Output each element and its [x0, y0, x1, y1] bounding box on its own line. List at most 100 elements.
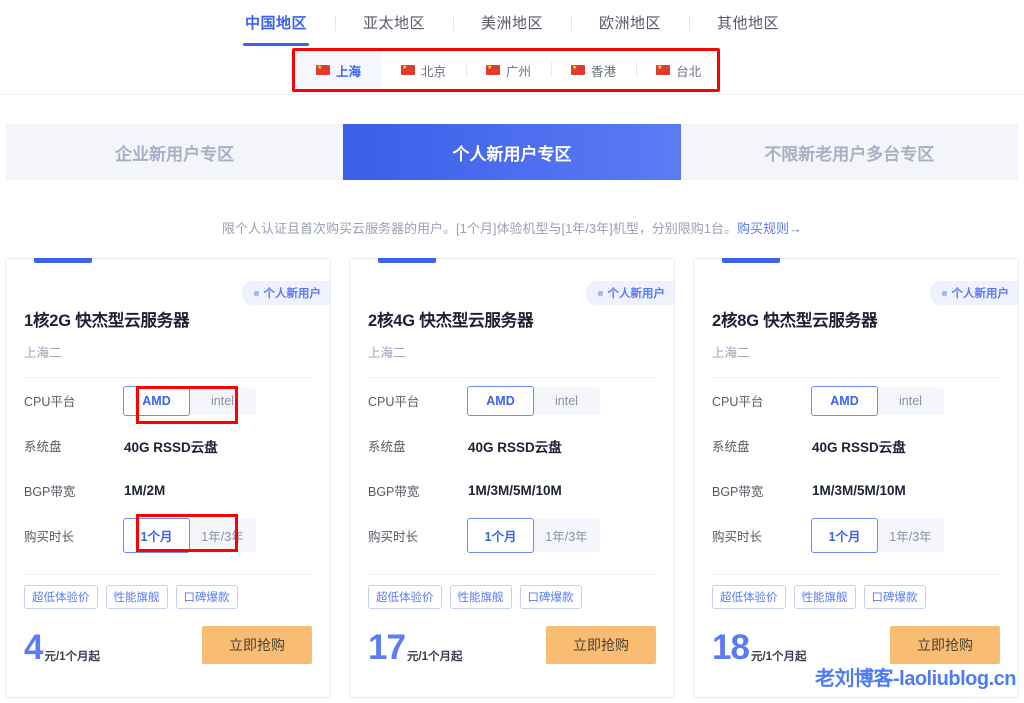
duration-option-1y3y[interactable]: 1年/3年 [189, 519, 256, 552]
segment-tabs: 企业新用户专区 个人新用户专区 不限新老用户多台专区 [6, 124, 1018, 180]
city-tab-taipei[interactable]: 台北 [636, 49, 721, 91]
cpu-option-intel[interactable]: intel [877, 387, 944, 415]
price-unit: 元/1个月起 [44, 648, 100, 664]
cpu-option-amd[interactable]: AMD [123, 386, 190, 416]
badge-dot-icon [254, 291, 259, 296]
spec-label-duration: 购买时长 [368, 526, 468, 545]
spec-value-bandwidth: 1M/2M [124, 483, 165, 498]
duration-option-1month[interactable]: 1个月 [123, 518, 190, 553]
buy-button[interactable]: 立即抢购 [546, 626, 656, 664]
card-title: 1核2G 快杰型云服务器 [24, 307, 312, 331]
segment-tab-unlimited-multi[interactable]: 不限新老用户多台专区 [681, 124, 1018, 180]
spec-label-bandwidth: BGP带宽 [712, 481, 812, 500]
tag-item: 性能旗舰 [794, 585, 856, 609]
segment-tab-personal-new[interactable]: 个人新用户专区 [343, 124, 680, 180]
price-number: 4 [24, 632, 42, 664]
price: 17 元/1个月起 [368, 632, 463, 664]
cpu-option-intel[interactable]: intel [533, 387, 600, 415]
tag-item: 超低体验价 [368, 585, 442, 609]
cpu-option-amd[interactable]: AMD [467, 386, 534, 416]
tag-item: 性能旗舰 [450, 585, 512, 609]
city-tab-label: 北京 [421, 61, 446, 80]
city-tab-shanghai[interactable]: 上海 [296, 49, 381, 91]
city-tab-hongkong[interactable]: 香港 [551, 49, 636, 91]
spec-label-bandwidth: BGP带宽 [24, 481, 124, 500]
card-zone: 上海二 [24, 342, 312, 361]
divider [368, 574, 656, 575]
cpu-toggle: AMD intel [124, 387, 256, 415]
china-flag-icon [571, 65, 585, 75]
price-number: 18 [712, 632, 749, 664]
tag-item: 口碑爆款 [864, 585, 926, 609]
spec-row-bandwidth: BGP带宽 1M/3M/5M/10M [712, 468, 1000, 513]
cpu-option-amd[interactable]: AMD [811, 386, 878, 416]
cpu-toggle: AMD intel [812, 387, 944, 415]
card-title: 2核4G 快杰型云服务器 [368, 307, 656, 331]
duration-toggle: 1个月 1年/3年 [124, 519, 256, 552]
buy-button[interactable]: 立即抢购 [202, 626, 312, 664]
spec-row-duration: 购买时长 1个月 1年/3年 [368, 513, 656, 558]
buy-row: 4 元/1个月起 立即抢购 [24, 626, 312, 664]
region-tab-label: 中国地区 [245, 15, 307, 32]
card-zone: 上海二 [712, 342, 1000, 361]
region-tab-china[interactable]: 中国地区 [217, 2, 335, 46]
spec-row-bandwidth: BGP带宽 1M/3M/5M/10M [368, 468, 656, 513]
buy-button[interactable]: 立即抢购 [890, 626, 1000, 664]
region-tab-europe[interactable]: 欧洲地区 [571, 2, 689, 46]
divider [24, 574, 312, 575]
spec-row-duration: 购买时长 1个月 1年/3年 [24, 513, 312, 558]
cpu-option-intel[interactable]: intel [189, 387, 256, 415]
tag-list: 超低体验价 性能旗舰 口碑爆款 [24, 585, 312, 609]
region-tabs: 中国地区 亚太地区 美洲地区 欧洲地区 其他地区 [0, 0, 1024, 48]
price-unit: 元/1个月起 [407, 648, 463, 664]
spec-row-disk: 系统盘 40G RSSD云盘 [712, 423, 1000, 468]
purchase-rules-link[interactable]: 购买规则→ [737, 221, 802, 236]
product-card: 个人新用户 1核2G 快杰型云服务器 上海二 CPU平台 AMD intel 系… [5, 258, 331, 698]
region-tab-asia-pacific[interactable]: 亚太地区 [335, 2, 453, 46]
tag-item: 口碑爆款 [176, 585, 238, 609]
card-title: 2核8G 快杰型云服务器 [712, 307, 1000, 331]
product-card: 个人新用户 2核4G 快杰型云服务器 上海二 CPU平台 AMD intel 系… [349, 258, 675, 698]
duration-option-1y3y[interactable]: 1年/3年 [877, 519, 944, 552]
spec-row-bandwidth: BGP带宽 1M/2M [24, 468, 312, 513]
duration-option-1month[interactable]: 1个月 [811, 518, 878, 553]
region-tab-other[interactable]: 其他地区 [689, 2, 807, 46]
region-tab-americas[interactable]: 美洲地区 [453, 2, 571, 46]
duration-option-1month[interactable]: 1个月 [467, 518, 534, 553]
price: 18 元/1个月起 [712, 632, 807, 664]
duration-option-1y3y[interactable]: 1年/3年 [533, 519, 600, 552]
region-tab-label: 亚太地区 [363, 15, 425, 32]
badge-dot-icon [598, 291, 603, 296]
city-tab-guangzhou[interactable]: 广州 [466, 49, 551, 91]
china-flag-icon [401, 65, 415, 75]
status-badge-label: 个人新用户 [608, 285, 666, 301]
spec-value-disk: 40G RSSD云盘 [124, 436, 218, 456]
price: 4 元/1个月起 [24, 632, 100, 664]
spec-value-disk: 40G RSSD云盘 [468, 436, 562, 456]
city-tab-beijing[interactable]: 北京 [381, 49, 466, 91]
card-accent-bar [722, 258, 780, 263]
spec-row-cpu: CPU平台 AMD intel [368, 378, 656, 423]
segment-tab-enterprise-new[interactable]: 企业新用户专区 [6, 124, 343, 180]
divider [712, 574, 1000, 575]
card-accent-bar [378, 258, 436, 263]
spec-value-bandwidth: 1M/3M/5M/10M [812, 483, 906, 498]
city-tabs-bar: 上海 北京 广州 香港 台北 [0, 47, 1024, 95]
spec-label-cpu: CPU平台 [712, 391, 812, 410]
badge-dot-icon [942, 291, 947, 296]
status-badge: 个人新用户 [930, 281, 1019, 305]
region-tab-label: 其他地区 [717, 15, 779, 32]
status-badge: 个人新用户 [586, 281, 675, 305]
spec-value-bandwidth: 1M/3M/5M/10M [468, 483, 562, 498]
tag-item: 超低体验价 [24, 585, 98, 609]
card-accent-bar [34, 258, 92, 263]
china-flag-icon [486, 65, 500, 75]
spec-label-bandwidth: BGP带宽 [368, 481, 468, 500]
segment-tab-label: 不限新老用户多台专区 [764, 140, 934, 165]
segment-tab-label: 企业新用户专区 [115, 140, 234, 165]
spec-label-cpu: CPU平台 [24, 391, 124, 410]
watermark: 老刘博客-laoliublog.cn [815, 662, 1016, 691]
card-zone: 上海二 [368, 342, 656, 361]
spec-row-cpu: CPU平台 AMD intel [24, 378, 312, 423]
region-tab-label: 美洲地区 [481, 15, 543, 32]
